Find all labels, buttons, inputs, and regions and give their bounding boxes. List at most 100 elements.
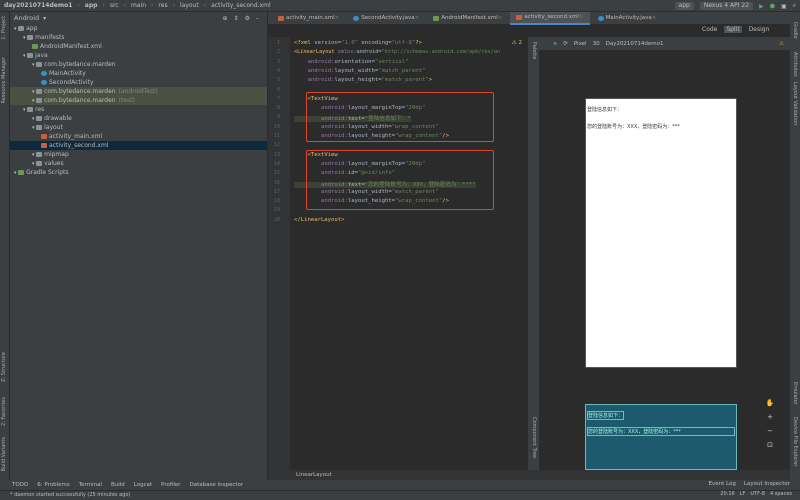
file-encoding[interactable]: UTF-8	[750, 491, 765, 497]
pan-icon[interactable]: ✋	[766, 399, 775, 407]
attributes-tab[interactable]: Attributes	[792, 52, 798, 77]
breadcrumb-item[interactable]: src	[110, 2, 119, 9]
search-icon[interactable]: ⌕	[793, 2, 796, 10]
structure-tab[interactable]: Z: Structure	[1, 352, 7, 382]
editor-tab[interactable]: activity_main.xml ×	[272, 12, 345, 25]
android-view-select[interactable]: Android	[14, 14, 39, 22]
editor-tab[interactable]: AndroidManifest.xml ×	[427, 12, 508, 25]
warning-indicator[interactable]: ⚠ 2	[512, 40, 522, 46]
emulator-tab[interactable]: Emulator	[792, 382, 798, 405]
palette-tab[interactable]: Palette	[531, 42, 537, 59]
project-tree-item[interactable]: ▾ manifests	[10, 33, 267, 42]
project-tree-item[interactable]: activity_second.xml	[10, 141, 267, 150]
close-icon[interactable]: ×	[498, 12, 503, 25]
preview-text-info[interactable]: 您的登陆账号为：XXX，登陆密码为：***	[587, 123, 680, 130]
breadcrumb-separator: ›	[102, 2, 105, 9]
code-line[interactable]: <?xml version="1.0" encoding="utf-8"?>	[294, 40, 422, 46]
split-mode-button[interactable]: Split	[724, 26, 742, 33]
cursor-position[interactable]: 20:16	[720, 491, 734, 497]
zoom-fit-icon[interactable]: ⊡	[767, 441, 773, 449]
device-select[interactable]: Pixel	[574, 41, 587, 47]
device-preview: 登陆信息如下： 您的登陆账号为：XXX，登陆密码为：***	[585, 98, 737, 368]
hide-icon[interactable]: –	[256, 15, 259, 22]
sdk-manager-icon[interactable]: ▣	[781, 3, 787, 10]
tool-window-terminal[interactable]: Terminal	[79, 482, 102, 488]
tool-window--problems[interactable]: 6: Problems	[37, 482, 69, 488]
project-tree-item[interactable]: ▾ com.bytedance.marden (androidTest)	[10, 87, 267, 96]
tool-window-profiler[interactable]: Profiler	[161, 482, 180, 488]
close-icon[interactable]: ×	[415, 12, 420, 25]
line-number: 18	[273, 198, 280, 205]
code-line[interactable]: <LinearLayout xmlns:android="http://sche…	[294, 49, 500, 55]
gradle-tab[interactable]: Gradle	[792, 22, 798, 39]
run-icon[interactable]: ▶	[759, 3, 764, 10]
line-separator[interactable]: LF	[740, 491, 746, 497]
project-tree-item[interactable]: activity_main.xml	[10, 132, 267, 141]
device-file-explorer-tab[interactable]: Device File Explorer	[792, 417, 798, 466]
project-tree-item[interactable]: ▾ res	[10, 105, 267, 114]
editor-tab[interactable]: activity_second.xml ×	[510, 11, 590, 25]
breadcrumb-item[interactable]: layout	[180, 2, 199, 9]
breadcrumb-item[interactable]: res	[158, 2, 167, 9]
project-tool-tab[interactable]: 1: Project	[1, 16, 7, 40]
project-tree-item[interactable]: ▾ com.bytedance.marden	[10, 60, 267, 69]
blueprint-text-1[interactable]: 登陆信息如下：	[587, 411, 625, 420]
debug-icon[interactable]: ⬢	[770, 3, 775, 10]
layers-icon[interactable]: ◈	[553, 41, 557, 47]
project-tree-item[interactable]: SecondActivity	[10, 78, 267, 87]
orientation-icon[interactable]: ⟳	[563, 41, 568, 47]
resource-manager-tab[interactable]: Resource Manager	[1, 57, 7, 103]
event-log-button[interactable]: Event Log	[709, 481, 736, 487]
project-tree-item[interactable]: ▾ java	[10, 51, 267, 60]
code-line[interactable]: android:orientation="vertical"	[294, 59, 408, 65]
tool-window-logcat[interactable]: Logcat	[134, 482, 152, 488]
editor-tab[interactable]: SecondActivity.java ×	[347, 12, 425, 25]
collapse-icon[interactable]: ⇕	[234, 15, 239, 22]
breadcrumb-item[interactable]: day20210714demo1	[4, 2, 72, 9]
project-tree-item[interactable]: ▾ drawable	[10, 114, 267, 123]
theme-select[interactable]: Day20210714demo1	[606, 41, 664, 47]
indent-setting[interactable]: 4 spaces	[770, 491, 792, 497]
locate-icon[interactable]: ⊕	[223, 15, 228, 22]
design-mode-button[interactable]: Design	[747, 26, 772, 33]
close-icon[interactable]: ×	[335, 12, 340, 25]
project-tree-item[interactable]: ▾ Gradle Scripts	[10, 168, 267, 177]
chevron-down-icon[interactable]: ▾	[43, 15, 46, 22]
favorites-tab[interactable]: 2: Favorites	[1, 397, 7, 426]
close-icon[interactable]: ×	[579, 11, 584, 24]
build-variants-tab[interactable]: Build Variants	[1, 437, 7, 471]
code-line[interactable]: </LinearLayout>	[294, 217, 345, 223]
component-tree-tab[interactable]: Component Tree	[531, 417, 537, 458]
code-line[interactable]: android:layout_height="match_parent">	[294, 77, 432, 83]
editor-tab[interactable]: MainActivity.java ×	[592, 12, 663, 25]
blueprint-text-info[interactable]: 您的登陆账号为：XXX，登陆密码为：***	[587, 427, 735, 436]
breadcrumb-item[interactable]: activity_second.xml	[211, 2, 270, 9]
layout-inspector-button[interactable]: Layout Inspector	[744, 481, 790, 487]
layout-validation-tab[interactable]: Layout Validation	[792, 82, 798, 125]
api-select[interactable]: 30	[593, 41, 600, 47]
gear-icon[interactable]: ⚙	[245, 15, 250, 22]
tool-window-build[interactable]: Build	[111, 482, 125, 488]
project-tree-item[interactable]: AndroidManifest.xml	[10, 42, 267, 51]
warning-icon[interactable]: ⚠	[779, 41, 784, 47]
zoom-in-icon[interactable]: +	[767, 413, 773, 421]
project-tree-item[interactable]: ▾ com.bytedance.marden (test)	[10, 96, 267, 105]
project-tree-item[interactable]: ▾ layout	[10, 123, 267, 132]
project-tree-item[interactable]: ▾ mipmap	[10, 150, 267, 159]
code-mode-button[interactable]: Code	[700, 26, 719, 33]
breadcrumb-item[interactable]: main	[131, 2, 146, 9]
run-config-select[interactable]: app	[674, 2, 694, 10]
device-select[interactable]: Nexus 4 API 22	[699, 2, 754, 10]
code-editor[interactable]: 1 2 3 4 5 6 7 8 9 10 11 12 13 14 15 16 17 18 19 20 <?xml ve…	[268, 37, 528, 470]
preview-text-1[interactable]: 登陆信息如下：	[587, 106, 622, 113]
project-tree-item[interactable]: MainActivity	[10, 69, 267, 78]
code-line[interactable]: android:layout_width="match_parent"	[294, 68, 425, 74]
project-tree-item[interactable]: ▾ app	[10, 24, 267, 33]
breadcrumb-item[interactable]: app	[85, 2, 98, 9]
project-tree-item[interactable]: ▾ values	[10, 159, 267, 168]
tool-window-database-inspector[interactable]: Database Inspector	[190, 482, 244, 488]
zoom-out-icon[interactable]: −	[767, 427, 773, 435]
close-icon[interactable]: ×	[652, 12, 657, 25]
editor-breadcrumb[interactable]: LinearLayout	[268, 470, 790, 480]
tool-window-todo[interactable]: TODO	[12, 482, 28, 488]
